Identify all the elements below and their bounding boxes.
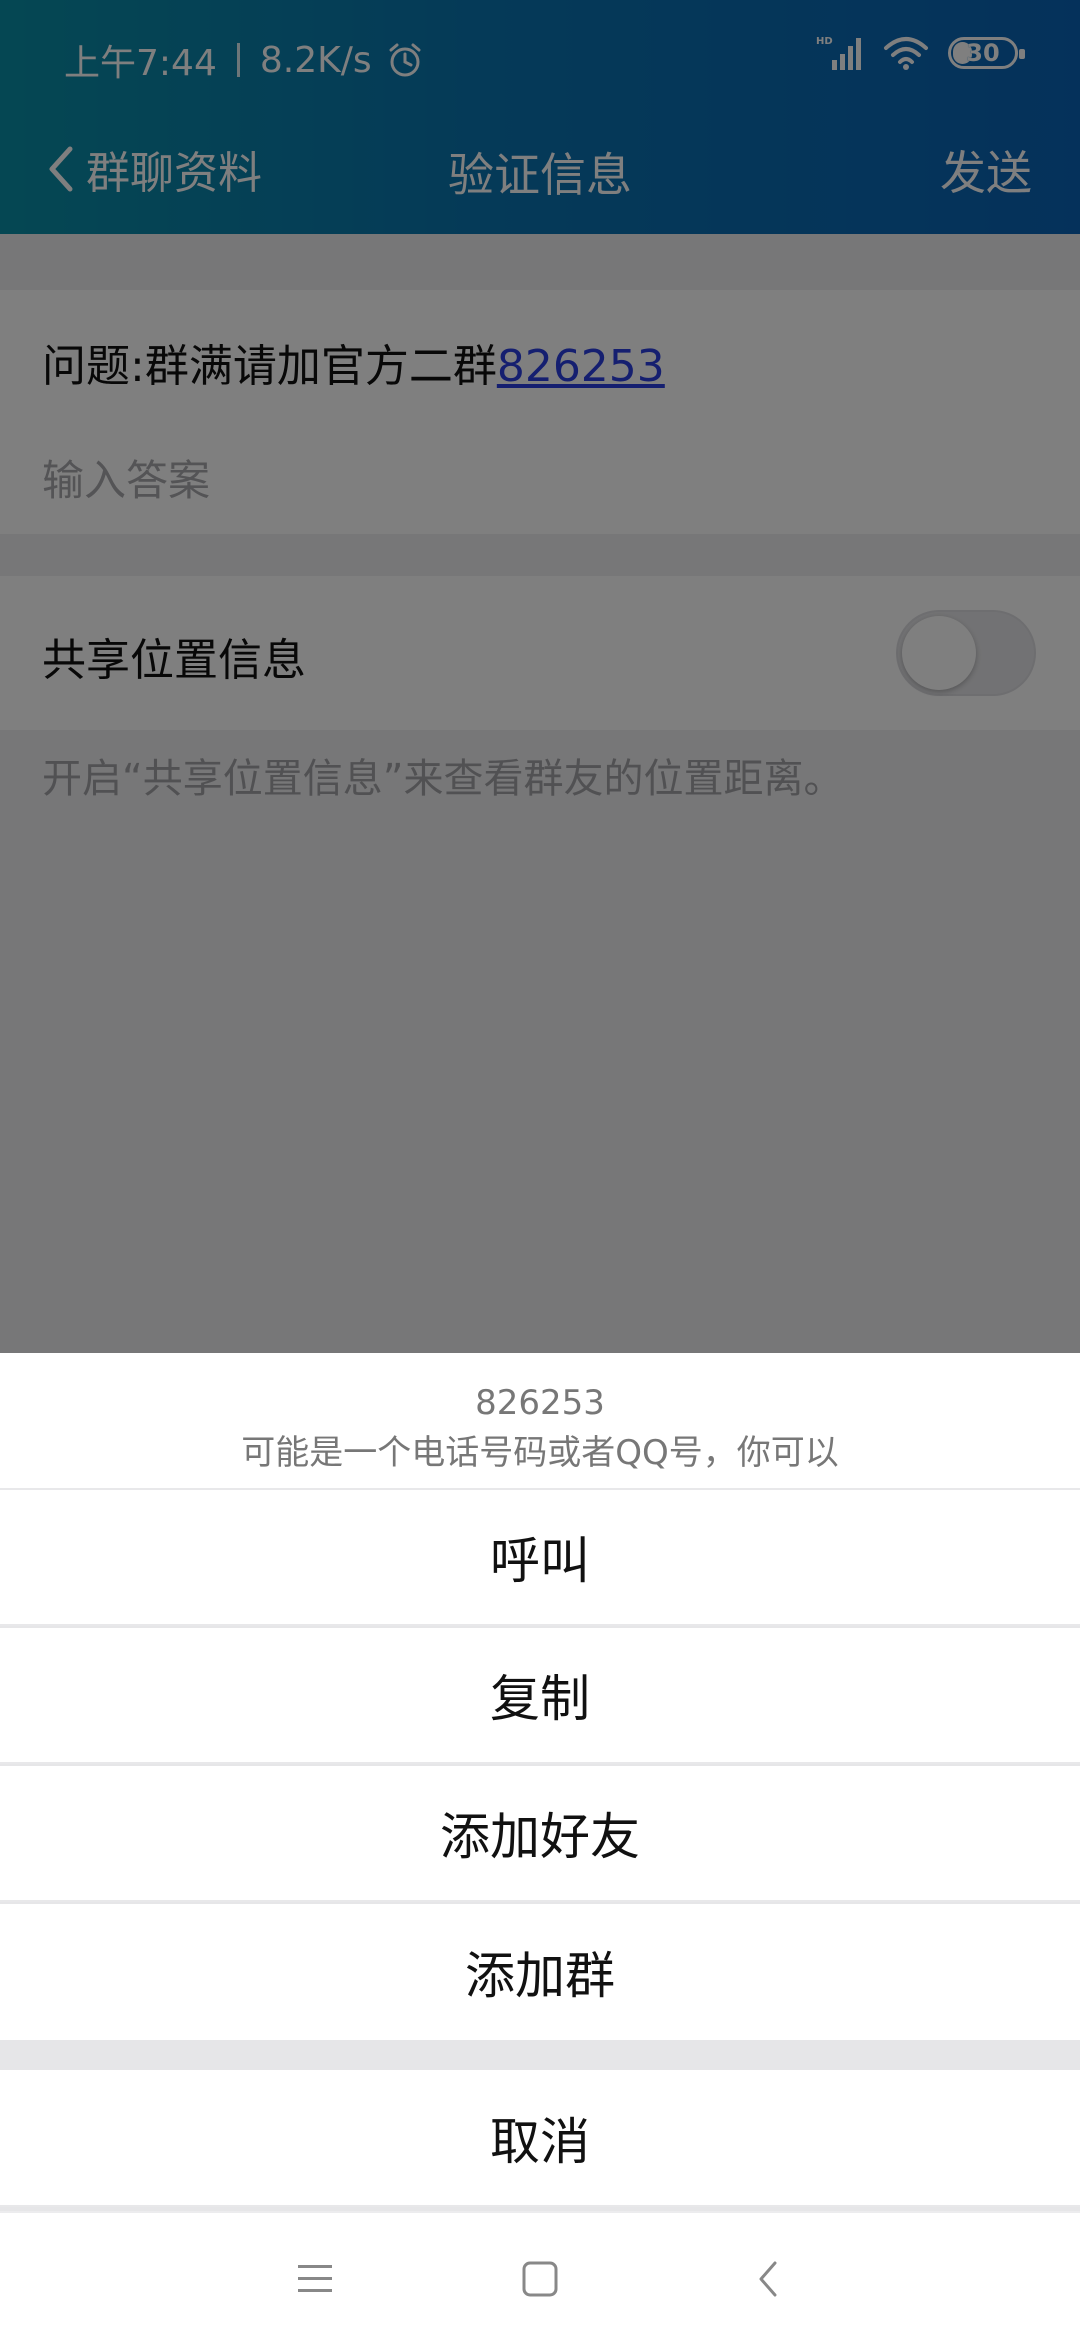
action-sheet-header: 826253 可能是一个电话号码或者QQ号，你可以: [0, 1353, 1080, 1490]
home-icon[interactable]: [512, 2251, 568, 2307]
cancel-button[interactable]: 取消: [0, 2070, 1080, 2207]
back-icon[interactable]: [740, 2251, 796, 2307]
add-friend-button[interactable]: 添加好友: [0, 1766, 1080, 1902]
action-sheet-description: 可能是一个电话号码或者QQ号，你可以: [241, 1433, 839, 1473]
system-nav-bar: [0, 2211, 1080, 2340]
action-sheet-number: 826253: [475, 1383, 605, 1423]
add-group-button[interactable]: 添加群: [0, 1904, 1080, 2040]
screen: 上午7:44 8.2K/s HD: [0, 0, 1080, 2340]
call-button[interactable]: 呼叫: [0, 1490, 1080, 1626]
action-sheet: 826253 可能是一个电话号码或者QQ号，你可以 呼叫 复制 添加好友 添加群…: [0, 1353, 1080, 2340]
menu-icon[interactable]: [288, 2251, 344, 2307]
copy-button[interactable]: 复制: [0, 1628, 1080, 1764]
